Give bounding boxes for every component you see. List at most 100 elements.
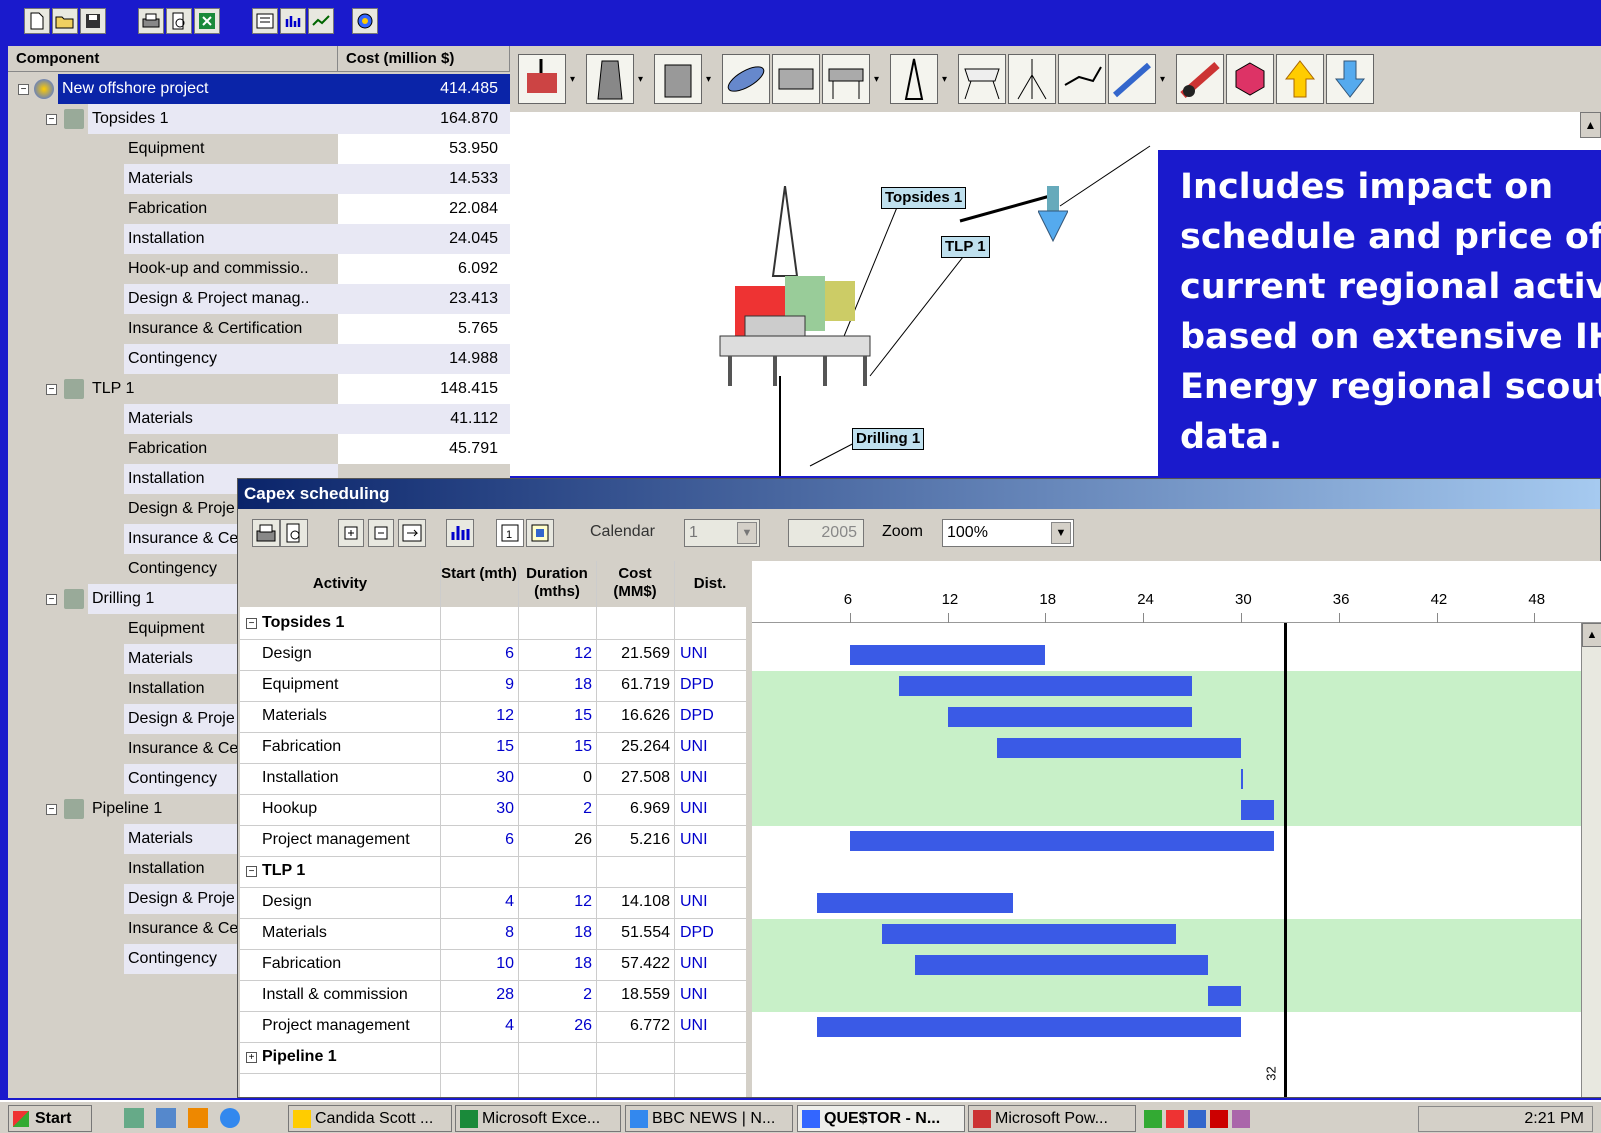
outlook-icon[interactable] bbox=[156, 1108, 176, 1128]
save-icon[interactable] bbox=[80, 8, 106, 34]
activity-row[interactable]: Fabrication 15 15 25.264 UNI bbox=[240, 733, 746, 764]
tree-row[interactable]: Design & Project manag.. 23.413 bbox=[8, 284, 510, 314]
clock[interactable]: 2:21 PM bbox=[1418, 1106, 1593, 1132]
manifold-tool-icon[interactable] bbox=[1058, 54, 1106, 104]
collapse-all-icon[interactable] bbox=[368, 519, 394, 547]
activity-row[interactable]: Project management 6 26 5.216 UNI bbox=[240, 826, 746, 857]
subsea-tool-icon[interactable] bbox=[958, 54, 1006, 104]
gbs-tool-icon[interactable] bbox=[654, 54, 702, 104]
drilling-tool-icon[interactable] bbox=[890, 54, 938, 104]
tree-row[interactable]: Installation 24.045 bbox=[8, 224, 510, 254]
activity-row[interactable]: Fabrication 10 18 57.422 UNI bbox=[240, 950, 746, 981]
chevron-down-icon[interactable]: ▾ bbox=[942, 74, 947, 85]
start-button[interactable]: Start bbox=[8, 1105, 92, 1132]
component-column-header[interactable]: Component bbox=[8, 46, 338, 72]
print-preview-icon[interactable] bbox=[280, 519, 308, 547]
excel-export-icon[interactable] bbox=[194, 8, 220, 34]
tree-row[interactable]: Insurance & Certification 5.765 bbox=[8, 314, 510, 344]
topsides-tool-icon[interactable] bbox=[518, 54, 566, 104]
activity-row[interactable]: Hookup 30 2 6.969 UNI bbox=[240, 795, 746, 826]
activity-row[interactable]: Equipment 9 18 61.719 DPD bbox=[240, 671, 746, 702]
collapse-toggle-icon[interactable]: − bbox=[18, 84, 29, 95]
terminal-tool-icon[interactable] bbox=[1176, 54, 1224, 104]
dist-header[interactable]: Dist. bbox=[674, 561, 746, 607]
calendar-select[interactable]: 1 ▼ bbox=[684, 519, 760, 547]
new-file-icon[interactable] bbox=[24, 8, 50, 34]
gantt-bar[interactable] bbox=[882, 924, 1176, 944]
gantt-chart[interactable]: 6 12 18 24 30 36 42 48 32 ▲ bbox=[752, 561, 1601, 1097]
tray-icon[interactable] bbox=[1188, 1110, 1206, 1128]
chevron-down-icon[interactable]: ▾ bbox=[706, 74, 711, 85]
gantt-bar[interactable] bbox=[1241, 769, 1243, 789]
export-icon[interactable] bbox=[398, 519, 426, 547]
current-month-marker[interactable] bbox=[1284, 623, 1287, 1097]
taskbar-task[interactable]: Microsoft Exce... bbox=[455, 1105, 621, 1132]
tree-row[interactable]: Fabrication 22.084 bbox=[8, 194, 510, 224]
group-toggle-icon[interactable]: − bbox=[246, 866, 257, 877]
duration-header[interactable]: Duration (mths) bbox=[518, 561, 596, 607]
capex-scheduling-window[interactable]: Capex scheduling 1 Calendar 1 ▼ 2005 Zoo… bbox=[237, 478, 1601, 1098]
taskbar-task[interactable]: Microsoft Pow... bbox=[968, 1105, 1136, 1132]
jacket-tool-icon[interactable] bbox=[586, 54, 634, 104]
activity-row[interactable]: Materials 12 15 16.626 DPD bbox=[240, 702, 746, 733]
gantt-bar[interactable] bbox=[1208, 986, 1241, 1006]
questor-icon[interactable] bbox=[352, 8, 378, 34]
tree-row[interactable]: Equipment 53.950 bbox=[8, 134, 510, 164]
gantt-bar[interactable] bbox=[947, 707, 1193, 727]
riser-tool-icon[interactable] bbox=[1008, 54, 1056, 104]
tree-row[interactable]: Materials 14.533 bbox=[8, 164, 510, 194]
arrow-up-icon[interactable] bbox=[1276, 54, 1324, 104]
group-row[interactable]: − Topsides 1 bbox=[240, 609, 746, 640]
tree-row[interactable]: Contingency 14.988 bbox=[8, 344, 510, 374]
collapse-toggle-icon[interactable]: − bbox=[46, 804, 57, 815]
chevron-down-icon[interactable]: ▾ bbox=[1160, 74, 1165, 85]
ie-icon[interactable] bbox=[220, 1108, 240, 1128]
expand-all-icon[interactable] bbox=[338, 519, 364, 547]
platform-illustration[interactable] bbox=[715, 185, 885, 386]
activity-row[interactable]: Project management 4 26 6.772 UNI bbox=[240, 1012, 746, 1043]
chevron-down-icon[interactable]: ▼ bbox=[1051, 522, 1071, 544]
gantt-bar[interactable] bbox=[898, 676, 1193, 696]
taskbar-task[interactable]: QUE$TOR - N... bbox=[797, 1105, 965, 1132]
line-chart-icon[interactable] bbox=[308, 8, 334, 34]
semisub-tool-icon[interactable] bbox=[772, 54, 820, 104]
group-row[interactable]: + Pipeline 1 bbox=[240, 1043, 746, 1074]
gantt-bar[interactable] bbox=[1241, 800, 1274, 820]
chevron-down-icon[interactable]: ▾ bbox=[638, 74, 643, 85]
tray-icon[interactable] bbox=[1144, 1110, 1162, 1128]
cost-header[interactable]: Cost (MM$) bbox=[596, 561, 674, 607]
collapse-toggle-icon[interactable]: − bbox=[46, 594, 57, 605]
group-toggle-icon[interactable]: − bbox=[246, 618, 257, 629]
open-folder-icon[interactable] bbox=[52, 8, 78, 34]
drilling-label[interactable]: Drilling 1 bbox=[852, 428, 925, 450]
gantt-scrollbar[interactable]: ▲ bbox=[1581, 623, 1601, 1097]
activity-row[interactable]: Installation 30 0 27.508 UNI bbox=[240, 764, 746, 795]
tree-row[interactable]: Materials 41.112 bbox=[8, 404, 510, 434]
tree-row[interactable]: Fabrication 45.791 bbox=[8, 434, 510, 464]
tray-icon[interactable] bbox=[1166, 1110, 1184, 1128]
media-player-icon[interactable] bbox=[188, 1108, 208, 1128]
capex-window-title[interactable]: Capex scheduling bbox=[238, 479, 1600, 509]
fpso-tool-icon[interactable] bbox=[722, 54, 770, 104]
start-header[interactable]: Start (mth) bbox=[440, 561, 518, 607]
activity-row[interactable]: Materials 8 18 51.554 DPD bbox=[240, 919, 746, 950]
chevron-down-icon[interactable]: ▾ bbox=[570, 74, 575, 85]
gantt-bar[interactable] bbox=[915, 955, 1209, 975]
activity-row[interactable]: Install & commission 28 2 18.559 UNI bbox=[240, 981, 746, 1012]
activity-row[interactable]: Design 4 12 14.108 UNI bbox=[240, 888, 746, 919]
gantt-bar[interactable] bbox=[849, 831, 1274, 851]
chevron-down-icon[interactable]: ▼ bbox=[737, 522, 757, 544]
gantt-bar[interactable] bbox=[817, 893, 1013, 913]
print-icon[interactable] bbox=[138, 8, 164, 34]
taskbar-task[interactable]: Candida Scott ... bbox=[288, 1105, 452, 1132]
canvas-scroll-up[interactable]: ▲ bbox=[1580, 112, 1601, 138]
tlp-tool-icon[interactable] bbox=[822, 54, 870, 104]
collapse-toggle-icon[interactable]: − bbox=[46, 384, 57, 395]
tree-row[interactable]: Hook-up and commissio.. 6.092 bbox=[8, 254, 510, 284]
cost-column-header[interactable]: Cost (million $) bbox=[338, 46, 510, 72]
collapse-toggle-icon[interactable]: − bbox=[46, 114, 57, 125]
tray-icon[interactable] bbox=[1232, 1110, 1250, 1128]
grid-view-icon[interactable] bbox=[526, 519, 554, 547]
activity-row[interactable]: Design 6 12 21.569 UNI bbox=[240, 640, 746, 671]
zoom-select[interactable]: 100% ▼ bbox=[942, 519, 1074, 547]
